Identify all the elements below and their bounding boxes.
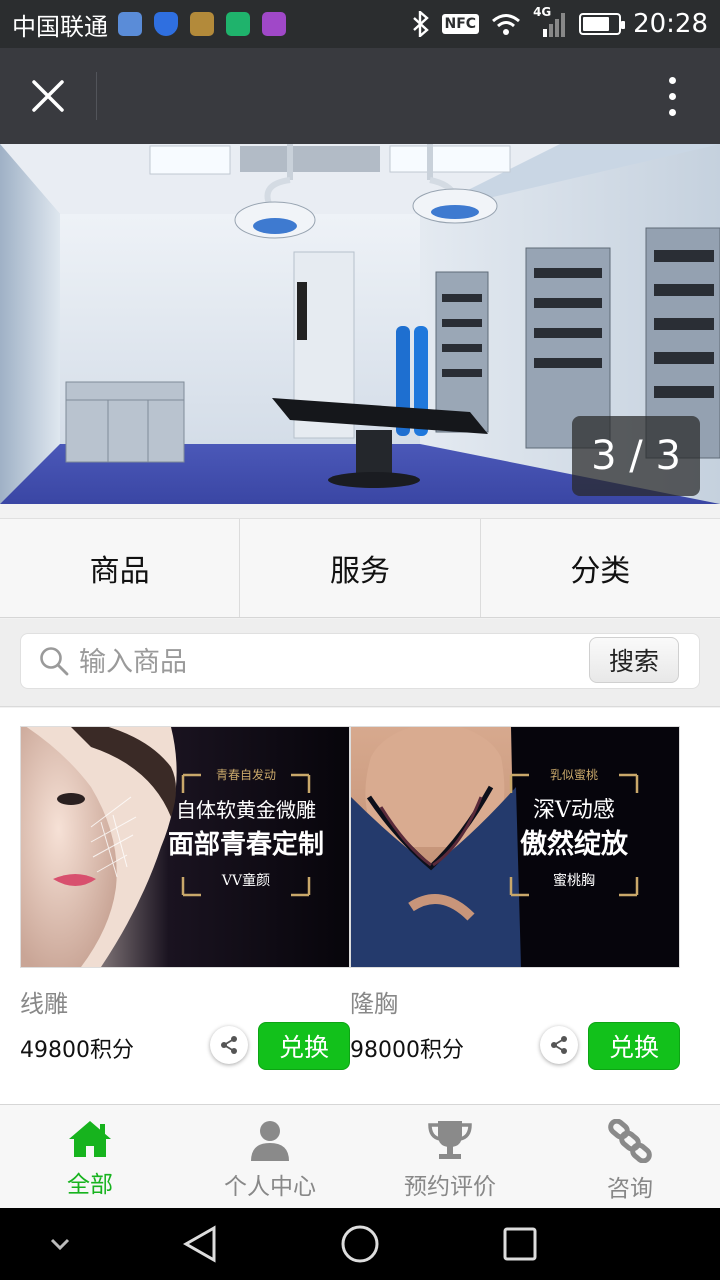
square-icon — [503, 1227, 537, 1261]
home-button[interactable] — [338, 1222, 382, 1266]
share-button[interactable] — [210, 1026, 248, 1064]
product-name[interactable]: 隆胸 — [350, 984, 680, 1018]
nfc-icon: NFC — [441, 14, 480, 34]
battery-icon — [579, 13, 626, 35]
status-bar: 中国联通 NFC 4G 20:28 — [0, 0, 720, 48]
product-name[interactable]: 线雕 — [20, 984, 350, 1018]
chevron-down-icon — [50, 1238, 70, 1251]
signal-icon: 4G — [533, 5, 567, 39]
back-triangle-icon — [182, 1225, 216, 1263]
home-circle-icon — [341, 1225, 379, 1263]
product-price: 49800积分 — [20, 1038, 134, 1063]
banner-carousel[interactable]: 3 / 3 — [0, 144, 720, 504]
wifi-icon — [492, 14, 521, 35]
search-icon — [40, 647, 69, 676]
home-icon — [69, 1121, 111, 1157]
image-caption-1: 乳似蜜桃 — [550, 767, 598, 782]
image-caption-3: 面部青春定制 — [168, 829, 324, 860]
product-image[interactable]: 青春自发动 自体软黄金微雕 面部青春定制 VV童颜 — [20, 726, 350, 968]
security-app-icon — [226, 12, 250, 36]
nav-label: 个人中心 — [224, 1174, 316, 1200]
clock: 20:28 — [633, 9, 708, 39]
image-caption-1: 青春自发动 — [216, 767, 276, 782]
product-card[interactable]: 青春自发动 自体软黄金微雕 面部青春定制 VV童颜 线雕 49800积分 兑换 — [20, 726, 350, 1070]
image-caption-3: 傲然绽放 — [520, 828, 629, 860]
bottom-navigation: 全部 个人中心 预约评价 咨询 — [0, 1104, 720, 1208]
redeem-button[interactable]: 兑换 — [588, 1022, 680, 1070]
nav-label: 咨询 — [607, 1176, 653, 1202]
more-vertical-icon — [668, 76, 676, 84]
trophy-icon — [428, 1121, 472, 1159]
search-button[interactable]: 搜索 — [589, 637, 679, 683]
category-tabs: 商品 服务 分类 — [0, 518, 720, 618]
bluetooth-icon — [412, 11, 429, 37]
image-caption-4: VV童颜 — [221, 872, 270, 889]
close-button[interactable] — [20, 68, 76, 124]
product-card[interactable]: 乳似蜜桃 深V动感 傲然绽放 蜜桃胸 隆胸 98000积分 兑换 — [350, 726, 680, 1070]
slide-counter: 3 / 3 — [572, 416, 700, 496]
nav-label: 全部 — [67, 1172, 113, 1198]
gallery-app-icon — [262, 12, 286, 36]
back-button[interactable] — [178, 1222, 222, 1266]
nav-label: 预约评价 — [404, 1174, 496, 1200]
carrier-name: 中国联通 — [12, 12, 108, 41]
share-button[interactable] — [540, 1026, 578, 1064]
tab-categories[interactable]: 分类 — [479, 519, 720, 617]
nav-item-reviews[interactable]: 预约评价 — [360, 1105, 540, 1208]
tab-products[interactable]: 商品 — [0, 519, 239, 617]
product-price: 98000积分 — [350, 1038, 464, 1063]
close-icon — [32, 80, 64, 112]
hide-keyboard-button[interactable] — [38, 1222, 82, 1266]
link-icon — [608, 1119, 652, 1163]
nav-item-all[interactable]: 全部 — [0, 1105, 180, 1208]
stock-app-icon — [190, 12, 214, 36]
image-caption-2: 自体软黄金微雕 — [176, 798, 316, 822]
user-icon — [251, 1121, 289, 1161]
title-bar — [0, 48, 720, 144]
product-grid: 青春自发动 自体软黄金微雕 面部青春定制 VV童颜 线雕 49800积分 兑换 — [0, 708, 720, 1104]
more-menu-button[interactable] — [644, 68, 700, 124]
title-divider — [96, 72, 97, 120]
cloud-app-icon — [118, 12, 142, 36]
system-navigation-bar — [0, 1208, 720, 1280]
redeem-button[interactable]: 兑换 — [258, 1022, 350, 1070]
share-icon — [551, 1036, 567, 1054]
share-icon — [221, 1036, 237, 1054]
search-box: 搜索 — [20, 633, 700, 689]
tab-services[interactable]: 服务 — [239, 519, 479, 617]
product-image[interactable]: 乳似蜜桃 深V动感 傲然绽放 蜜桃胸 — [350, 726, 680, 968]
image-caption-2: 深V动感 — [533, 798, 615, 823]
nav-item-profile[interactable]: 个人中心 — [180, 1105, 360, 1208]
shield-app-icon — [154, 12, 178, 36]
image-caption-4: 蜜桃胸 — [553, 873, 595, 889]
search-bar: 搜索 — [0, 619, 720, 707]
search-input[interactable] — [79, 642, 579, 682]
recent-apps-button[interactable] — [498, 1222, 542, 1266]
nav-item-consult[interactable]: 咨询 — [540, 1105, 720, 1208]
